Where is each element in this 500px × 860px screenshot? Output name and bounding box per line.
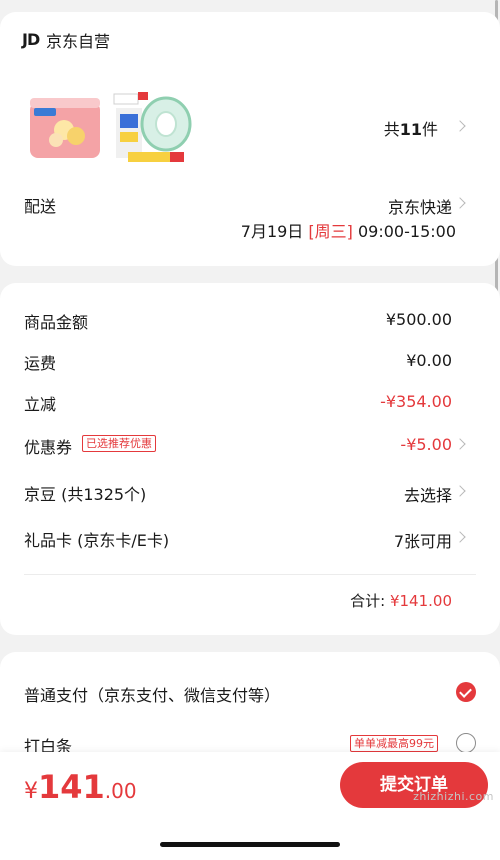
discount-value: -¥354.00 — [380, 392, 452, 411]
watermark: zhizhizhi.com — [413, 790, 494, 803]
goods-amount-value: ¥500.00 — [385, 310, 452, 329]
order-total-label: 合计: — [350, 592, 386, 610]
item-count-number: 11 — [399, 120, 422, 139]
product-thumb-detergent[interactable] — [24, 88, 106, 170]
payable-amount: ¥141.00 — [24, 768, 137, 806]
divider — [24, 574, 476, 575]
discount-label: 立减 — [24, 395, 57, 414]
coupon-value[interactable]: -¥5.00 — [400, 435, 452, 454]
gift-card-label[interactable]: 礼品卡 (京东卡/E卡) — [24, 527, 169, 551]
jd-beans-value[interactable]: 去选择 — [404, 482, 452, 506]
price-card — [0, 283, 500, 635]
delivery-timeslot: 09:00-15:00 — [358, 222, 456, 241]
item-count-suffix: 件 — [421, 120, 438, 139]
gift-card-value[interactable]: 7张可用 — [394, 528, 452, 552]
payment-option-normal[interactable]: 普通支付（京东支付、微信支付等） — [24, 682, 280, 706]
shop-name: 京东自营 — [46, 32, 111, 51]
delivery-date: 7月19日 — [240, 222, 304, 241]
delivery-time[interactable]: 7月19日 [周三] 09:00-15:00 — [241, 218, 456, 242]
coupon-label[interactable]: 优惠券 — [24, 434, 72, 458]
jd-logo: JD — [22, 30, 40, 49]
freight-label: 运费 — [24, 354, 57, 373]
amount-integer: 141 — [38, 768, 105, 806]
delivery-weekday: [周三] — [308, 222, 353, 241]
currency-symbol: ¥ — [24, 779, 38, 804]
radio-checked-icon[interactable] — [456, 682, 476, 702]
delivery-label: 配送 — [24, 197, 57, 216]
order-total-value: ¥141.00 — [389, 592, 452, 610]
goods-amount-label: 商品金额 — [24, 313, 89, 332]
coupon-recommended-badge: 已选推荐优惠 — [82, 435, 156, 452]
amount-decimal: .00 — [104, 779, 137, 803]
item-count-prefix: 共 — [383, 120, 400, 139]
item-count[interactable]: 共11件 — [384, 116, 438, 140]
delivery-method[interactable]: 京东快递 — [388, 194, 452, 218]
order-total: 合计: ¥141.00 — [350, 590, 452, 611]
home-indicator[interactable] — [160, 842, 340, 847]
freight-value: ¥0.00 — [406, 351, 452, 370]
baitiao-promo-badge: 单单减最高99元 — [350, 735, 438, 752]
product-thumb-tape[interactable] — [110, 88, 192, 170]
radio-unchecked-icon[interactable] — [456, 733, 476, 753]
jd-beans-label[interactable]: 京豆 (共1325个) — [24, 481, 146, 505]
